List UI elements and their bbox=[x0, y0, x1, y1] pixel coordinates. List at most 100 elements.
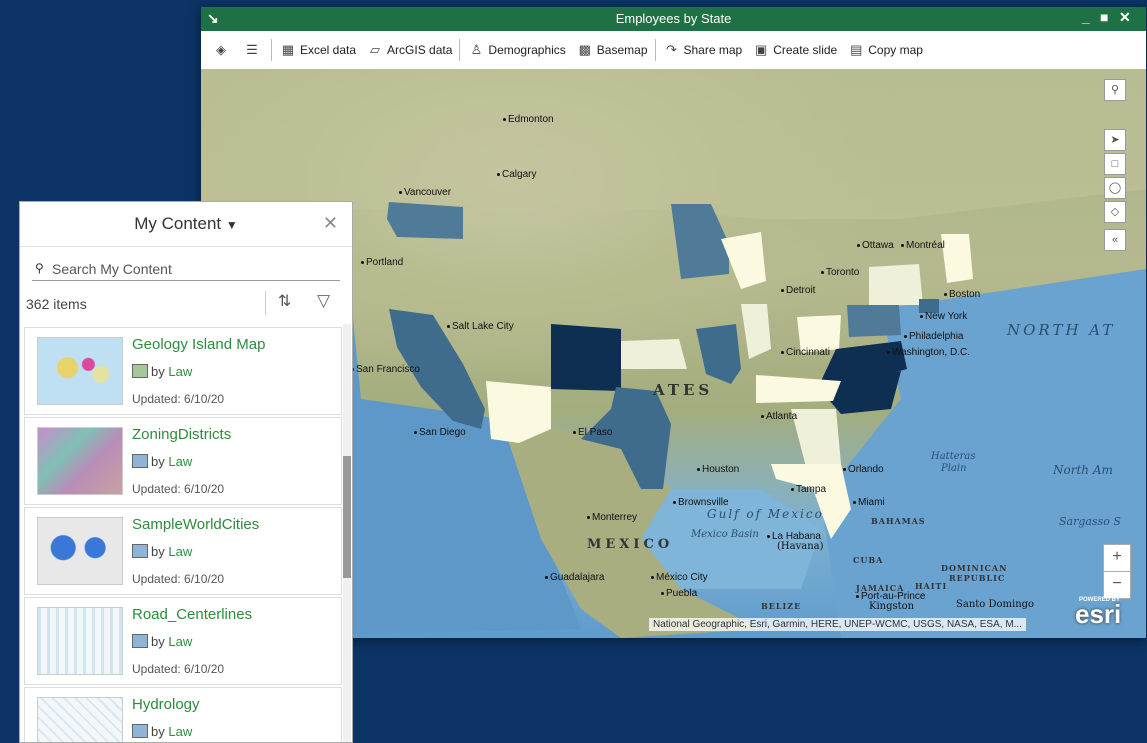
title-bar: ↘ Employees by State _ ■ ✕ bbox=[201, 7, 1146, 31]
item-owner: by Law bbox=[132, 454, 192, 469]
collapse-tools-icon[interactable]: « bbox=[1104, 229, 1126, 251]
country-label: DOMINICAN bbox=[941, 563, 1008, 573]
city-label: Detroit bbox=[781, 285, 815, 296]
filter-icon[interactable]: ▽ bbox=[317, 291, 330, 311]
sea-label: Sargasso S bbox=[1059, 515, 1121, 528]
state-pennsylvania bbox=[847, 305, 901, 337]
country-label: REPUBLIC bbox=[949, 573, 1006, 583]
country-label: JAMAICA bbox=[856, 583, 905, 593]
city-label: San Francisco bbox=[351, 364, 420, 375]
item-title[interactable]: Road_Centerlines bbox=[132, 606, 252, 623]
item-title[interactable]: ZoningDistricts bbox=[132, 426, 231, 443]
arcgis-data-button[interactable]: ▱ ArcGIS data bbox=[361, 37, 457, 63]
item-updated: Updated: 6/10/20 bbox=[132, 572, 225, 586]
city-label: Houston bbox=[697, 464, 739, 475]
item-title[interactable]: Hydrology bbox=[132, 696, 200, 713]
list-item[interactable]: Road_Centerlines by Law Updated: 6/10/20 bbox=[24, 597, 342, 685]
state-maine bbox=[941, 234, 973, 283]
item-updated: Updated: 6/10/20 bbox=[132, 662, 225, 676]
country-label: BAHAMAS bbox=[871, 516, 926, 526]
city-label: (Havana) bbox=[777, 541, 824, 552]
items-count: 362 items bbox=[26, 296, 87, 312]
copy-map-button[interactable]: ▤ Copy map bbox=[842, 37, 928, 63]
my-content-pane: My Content ▼ ✕ ⚲ 362 items ⇅ ▽ Geology I… bbox=[19, 201, 353, 743]
copy-map-label: Copy map bbox=[868, 43, 923, 57]
layers-button[interactable]: ◈ bbox=[207, 37, 238, 63]
pane-title-dropdown[interactable]: My Content ▼ bbox=[20, 214, 352, 234]
share-map-label: Share map bbox=[683, 43, 743, 57]
owner-link[interactable]: Law bbox=[168, 634, 192, 649]
state-washington bbox=[387, 202, 463, 239]
item-thumbnail bbox=[37, 607, 123, 675]
legend-icon: ☰ bbox=[246, 42, 258, 57]
owner-link[interactable]: Law bbox=[168, 544, 192, 559]
toolbar-divider bbox=[654, 39, 656, 61]
list-item[interactable]: Hydrology by Law bbox=[24, 687, 342, 742]
state-illinois bbox=[741, 304, 771, 359]
by-text: by bbox=[151, 724, 165, 739]
item-updated: Updated: 6/10/20 bbox=[132, 392, 225, 406]
city-label: Monterrey bbox=[587, 512, 637, 523]
basemap-icon: ▩ bbox=[578, 42, 591, 57]
list-item[interactable]: ZoningDistricts by Law Updated: 6/10/20 bbox=[24, 417, 342, 505]
basemap-button[interactable]: ▩ Basemap bbox=[571, 37, 653, 63]
owner-link[interactable]: Law bbox=[168, 724, 192, 739]
sort-icon[interactable]: ⇅ bbox=[278, 291, 291, 311]
city-label: Santo Domingo bbox=[956, 599, 1035, 610]
clear-selection-icon[interactable]: ◇ bbox=[1104, 201, 1126, 223]
minimize-icon[interactable]: _ bbox=[1082, 9, 1090, 25]
select-lasso-icon[interactable]: ◯ bbox=[1104, 177, 1126, 199]
by-text: by bbox=[151, 454, 165, 469]
scrollbar-thumb[interactable] bbox=[343, 456, 351, 578]
maximize-icon[interactable]: ■ bbox=[1100, 9, 1108, 25]
city-label: Miami bbox=[853, 497, 885, 508]
close-icon[interactable]: ✕ bbox=[323, 213, 338, 234]
list-item[interactable]: SampleWorldCities by Law Updated: 6/10/2… bbox=[24, 507, 342, 595]
item-title[interactable]: Geology Island Map bbox=[132, 336, 265, 353]
create-slide-button[interactable]: ▣ Create slide bbox=[747, 37, 842, 63]
legend-button[interactable]: ☰ bbox=[238, 37, 269, 63]
select-rectangle-icon[interactable]: □ bbox=[1104, 153, 1126, 175]
arcgis-data-label: ArcGIS data bbox=[387, 43, 453, 57]
ocean-label: NORTH AT bbox=[1007, 321, 1116, 339]
country-label: CUBA bbox=[853, 555, 884, 565]
item-thumbnail bbox=[37, 697, 123, 742]
item-title[interactable]: SampleWorldCities bbox=[132, 516, 259, 533]
close-icon[interactable]: ✕ bbox=[1119, 9, 1131, 26]
item-owner: by Law bbox=[132, 364, 192, 379]
table-icon: ▦ bbox=[281, 42, 295, 57]
zoom-out-button[interactable]: − bbox=[1103, 571, 1131, 599]
shape-icon: ▱ bbox=[370, 42, 381, 57]
select-pointer-icon[interactable]: ➤ bbox=[1104, 129, 1126, 151]
divider bbox=[265, 291, 266, 315]
list-item[interactable]: Geology Island Map by Law Updated: 6/10/… bbox=[24, 327, 342, 415]
sea-label: Gulf of Mexico bbox=[707, 507, 824, 521]
excel-data-button[interactable]: ▦ Excel data bbox=[274, 37, 361, 63]
layer-type-icon bbox=[132, 454, 148, 468]
city-label: México City bbox=[651, 572, 708, 583]
item-thumbnail bbox=[37, 427, 123, 495]
city-label: Portland bbox=[361, 257, 403, 268]
share-map-button[interactable]: ↷ Share map bbox=[658, 37, 748, 63]
city-label: Boston bbox=[944, 289, 980, 300]
basemap-label: Basemap bbox=[596, 43, 648, 57]
layers-icon: ◈ bbox=[216, 42, 226, 57]
by-text: by bbox=[151, 364, 165, 379]
city-label: Salt Lake City bbox=[447, 321, 514, 332]
demographics-button[interactable]: ♙ Demographics bbox=[462, 37, 570, 63]
esri-logo: esri bbox=[1075, 599, 1122, 629]
owner-link[interactable]: Law bbox=[168, 364, 192, 379]
city-label: Tampa bbox=[791, 484, 826, 495]
search-icon[interactable]: ⚲ bbox=[1104, 79, 1126, 101]
city-label: Atlanta bbox=[761, 411, 797, 422]
city-label: Edmonton bbox=[503, 114, 554, 125]
city-label: Kingston bbox=[869, 601, 915, 612]
city-label: Cincinnati bbox=[781, 347, 830, 358]
owner-link[interactable]: Law bbox=[168, 454, 192, 469]
search-input[interactable] bbox=[52, 260, 332, 278]
zoom-in-button[interactable]: + bbox=[1103, 544, 1131, 572]
canada-land bbox=[201, 69, 1146, 219]
city-label: El Paso bbox=[573, 427, 612, 438]
country-label: MEXICO bbox=[587, 537, 674, 552]
search-box: ⚲ bbox=[32, 260, 340, 281]
